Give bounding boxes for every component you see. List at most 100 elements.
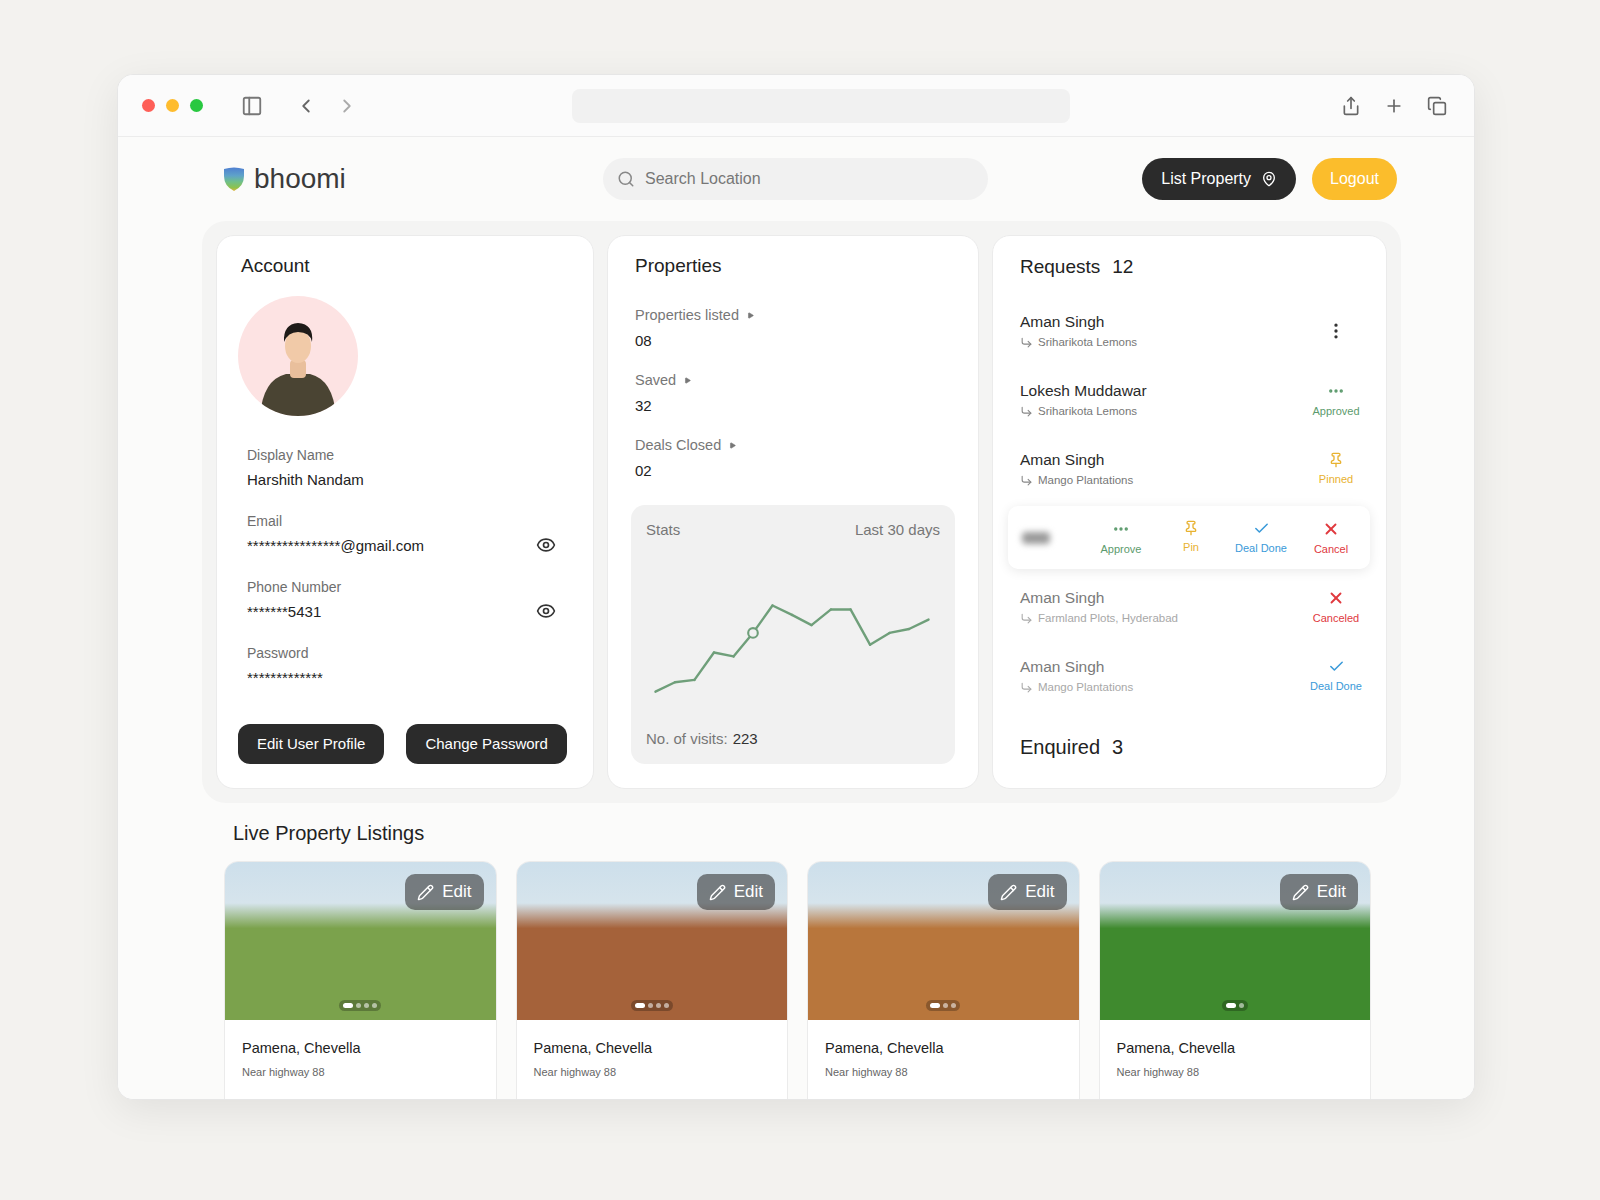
check-icon [1253,520,1270,537]
action-label: Deal Done [1235,541,1287,555]
search-icon [617,170,635,188]
account-button[interactable]: Edit User Profile [238,724,384,764]
dots-icon [1112,520,1130,538]
request-status[interactable]: Deal Done [1304,658,1368,693]
header-actions: List Property Logout [1142,158,1397,200]
request-status[interactable]: Approved [1304,382,1368,418]
photo-dot[interactable] [951,1003,956,1008]
zoom-button[interactable] [190,99,203,112]
request-row[interactable]: Lokesh MuddawarSriharikota LemonsApprove… [993,365,1386,434]
avatar[interactable] [238,296,358,416]
enquired-count: 3 [1112,734,1123,760]
photo-dot[interactable] [943,1003,948,1008]
visits-chart [646,590,938,715]
count-item[interactable]: Saved32 [635,371,955,416]
photo-dot[interactable] [343,1003,353,1008]
photo-dot[interactable] [372,1003,377,1008]
chart-segment [714,653,734,657]
logout-button[interactable]: Logout [1312,158,1397,200]
reveal-eye-icon[interactable] [536,601,556,621]
request-status[interactable]: Canceled [1304,589,1368,625]
photo-dot[interactable] [364,1003,369,1008]
edit-button[interactable]: Edit [405,874,483,910]
listing-card[interactable]: Edit Pamena, ChevellaNear highway 88 [1099,861,1372,1100]
visits: No. of visits:223 [646,729,940,749]
request-row[interactable]: Aman SinghMango PlantationsPinned [993,434,1386,503]
search-input[interactable] [645,167,974,191]
share-icon[interactable] [1341,96,1361,116]
more-menu-icon[interactable] [1326,321,1346,341]
close-button[interactable] [142,99,155,112]
avatar-icon [238,296,358,416]
logo[interactable]: bhoomi [222,162,603,196]
request-row[interactable]: Aman SinghMango PlantationsDeal Done [993,641,1386,710]
address-bar[interactable] [572,89,1070,123]
photo-dots [339,1000,381,1011]
action-buttons: ApprovePin Deal Done Cancel [1086,520,1366,556]
listing-photo[interactable]: Edit [1100,862,1371,1020]
listing-place: Pamena, Chevella [242,1039,479,1058]
request-status[interactable]: Pinned [1304,452,1368,486]
enquired-heading: Enquired3 [993,734,1386,760]
count-label: Properties listed [635,306,955,325]
sidebar-icon[interactable] [241,95,263,117]
field-value: *******5431 [247,602,341,622]
count-item[interactable]: Deals Closed02 [635,436,955,481]
count-item[interactable]: Properties listed08 [635,306,955,351]
stats-header: StatsLast 30 days [646,520,940,540]
listing-card[interactable]: Edit Pamena, Chevella Near highway 88 [224,861,497,1100]
listing-note: Near highway 88 [242,1065,479,1079]
request-row[interactable]: Aman SinghFarmland Plots, HyderabadCance… [993,572,1386,641]
photo-dot[interactable] [930,1003,940,1008]
account-button[interactable]: Change Password [406,724,567,764]
photo-dot[interactable] [1226,1003,1236,1008]
edit-button[interactable]: Edit [1280,874,1358,910]
photo-dot[interactable] [356,1003,361,1008]
chart-segment [675,680,695,682]
photo-dot[interactable] [656,1003,661,1008]
forward-icon[interactable] [336,95,358,117]
photo-dot[interactable] [648,1003,653,1008]
action-button[interactable]: Cancel [1296,520,1366,556]
account-buttons: Edit User Profile Change Password [238,724,572,764]
field-text: Display NameHarshith Nandam [247,446,364,490]
logo-icon [222,166,246,192]
listing-photo[interactable]: Edit [225,862,496,1020]
request-property: Mango Plantations [1020,473,1304,488]
properties-card: PropertiesProperties listed08Saved32Deal… [607,235,979,789]
action-button[interactable]: Deal Done [1226,520,1296,556]
action-button[interactable]: Pin [1156,520,1226,556]
list-property-button[interactable]: List Property [1142,158,1296,200]
action-button[interactable]: Approve [1086,520,1156,556]
listing-card[interactable]: EditPamena, ChevellaNear highway 88 [807,861,1080,1100]
reply-arrow-icon [1020,681,1033,694]
request-property: Farmland Plots, Hyderabad [1020,611,1304,626]
pin-icon [1328,452,1344,468]
listing-info: Pamena, ChevellaNear highway 88 [1100,1020,1371,1100]
request-row[interactable]: Aman SinghSriharikota Lemons [993,296,1386,365]
photo-dot[interactable] [664,1003,669,1008]
listing-photo[interactable]: Edit [808,862,1079,1020]
chart-marker[interactable] [748,628,758,638]
listing-photo[interactable]: Edit [517,862,788,1020]
photo-dot[interactable] [1239,1003,1244,1008]
account-fields: Display NameHarshith NandamEmail********… [238,446,572,688]
request-name: Aman Singh [1020,657,1304,677]
back-icon[interactable] [295,95,317,117]
chart-segment [792,615,812,625]
listing-card[interactable]: EditPamena, ChevellaNear highway 88 [516,861,789,1100]
minimize-button[interactable] [166,99,179,112]
edit-button[interactable]: Edit [697,874,775,910]
action-label: Cancel [1314,542,1348,556]
request-status[interactable] [1304,321,1368,341]
stats-range[interactable]: Last 30 days [855,520,940,540]
field-label: Phone Number [247,578,341,596]
account-field: Phone Number *******5431 [247,578,556,622]
new-tab-icon[interactable] [1384,96,1404,116]
photo-dot[interactable] [635,1003,645,1008]
tabs-icon[interactable] [1427,96,1447,116]
request-text: Aman SinghMango Plantations [1020,657,1304,695]
reveal-eye-icon[interactable] [536,535,556,555]
pencil-icon [1292,884,1309,901]
edit-button[interactable]: Edit [988,874,1066,910]
